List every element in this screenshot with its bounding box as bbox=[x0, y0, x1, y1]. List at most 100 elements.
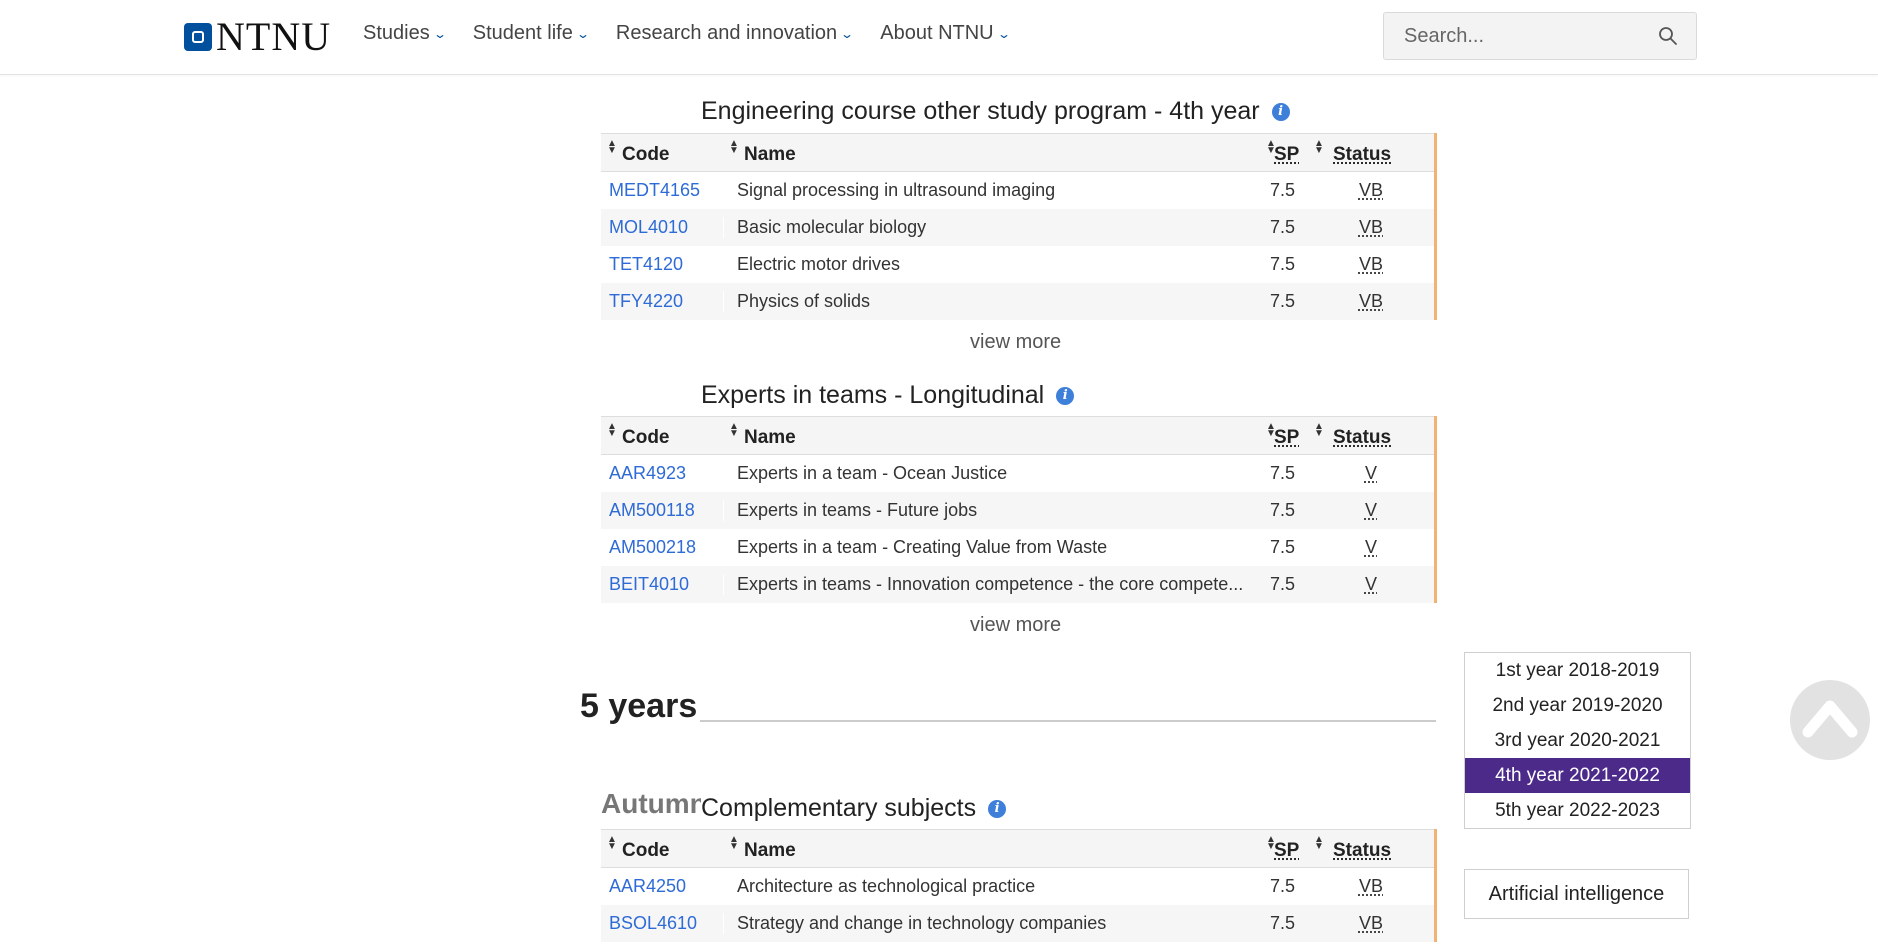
course-status: V bbox=[1308, 500, 1434, 521]
year-menu-item-3[interactable]: 3rd year 2020-2021 bbox=[1465, 723, 1690, 758]
course-code-link[interactable]: TET4120 bbox=[601, 254, 723, 275]
table-row: AM500218 Experts in a team - Creating Va… bbox=[601, 529, 1434, 566]
course-status: VB bbox=[1308, 876, 1434, 897]
status-abbr: VB bbox=[1358, 254, 1383, 274]
view-more-link[interactable]: view more bbox=[970, 614, 1061, 637]
divider bbox=[700, 720, 1436, 722]
table-body: AAR4250 Architecture as technological pr… bbox=[601, 868, 1434, 942]
course-name: Experts in a team - Ocean Justice bbox=[723, 463, 1260, 484]
years-heading: 5 years bbox=[580, 687, 698, 725]
nav-studies[interactable]: Studies ⌄ bbox=[363, 22, 447, 45]
view-more-link[interactable]: view more bbox=[970, 331, 1061, 354]
course-code-link[interactable]: BEIT4010 bbox=[601, 574, 723, 595]
ntnu-logo[interactable]: NTNU bbox=[184, 17, 331, 57]
site-header: NTNU Studies ⌄ Student life ⌄ Research and… bbox=[0, 0, 1878, 75]
info-icon[interactable]: i bbox=[988, 799, 1007, 818]
course-code-link[interactable]: AAR4250 bbox=[601, 876, 723, 897]
course-name: Electric motor drives bbox=[723, 254, 1260, 275]
table-row: TFY4220 Physics of solids 7.5 VB bbox=[601, 283, 1434, 320]
course-code-link[interactable]: MEDT4165 bbox=[601, 180, 723, 201]
column-label: SP bbox=[1274, 840, 1300, 861]
year-menu: 1st year 2018-2019 2nd year 2019-2020 3r… bbox=[1464, 652, 1691, 829]
column-label: Name bbox=[744, 427, 796, 448]
status-abbr: VB bbox=[1358, 180, 1383, 200]
chevron-down-icon: ⌄ bbox=[432, 26, 447, 41]
table-row: BEIT4010 Experts in teams - Innovation c… bbox=[601, 566, 1434, 603]
course-sp: 7.5 bbox=[1270, 291, 1296, 311]
course-code-link[interactable]: MOL4010 bbox=[601, 217, 723, 238]
course-sp: 7.5 bbox=[1270, 500, 1296, 520]
section-title-text: Engineering course other study program -… bbox=[701, 97, 1260, 125]
nav-student-life[interactable]: Student life ⌄ bbox=[472, 22, 590, 45]
column-header-name[interactable]: ▲ ▼ Name bbox=[723, 417, 1260, 454]
column-header-status[interactable]: ▲ ▼ Status bbox=[1308, 830, 1434, 867]
year-menu-item-1[interactable]: 1st year 2018-2019 bbox=[1465, 653, 1690, 688]
info-icon[interactable]: i bbox=[1056, 386, 1075, 405]
year-menu-item-4[interactable]: 4th year 2021-2022 bbox=[1465, 758, 1690, 793]
column-header-status[interactable]: ▲ ▼ Status bbox=[1308, 417, 1434, 454]
nav-label: About NTNU bbox=[880, 22, 994, 44]
column-header-name[interactable]: ▲ ▼ Name bbox=[723, 134, 1260, 171]
nav-label: Student life bbox=[472, 22, 573, 44]
sort-icon: ▲ ▼ bbox=[729, 421, 739, 439]
column-label: Code bbox=[622, 144, 670, 165]
table-row: MEDT4165 Signal processing in ultrasound… bbox=[601, 172, 1434, 209]
table-header: ▲ ▼ Code ▲ ▼ Name ▲ ▼ SP ▲ ▼ Status bbox=[601, 133, 1434, 172]
nav-label: Studies bbox=[363, 22, 430, 44]
course-name: Signal processing in ultrasound imaging bbox=[723, 180, 1260, 201]
status-abbr: V bbox=[1364, 463, 1377, 483]
sort-icon: ▲ ▼ bbox=[1266, 138, 1276, 156]
year-menu-item-5[interactable]: 5th year 2022-2023 bbox=[1465, 793, 1690, 828]
chevron-down-icon: ⌄ bbox=[996, 26, 1011, 41]
course-table: ▲ ▼ Code ▲ ▼ Name ▲ ▼ SP ▲ ▼ Status AAR4250 Arch… bbox=[601, 829, 1437, 942]
column-header-sp[interactable]: ▲ ▼ SP bbox=[1260, 830, 1308, 867]
table-header: ▲ ▼ Code ▲ ▼ Name ▲ ▼ SP ▲ ▼ Status bbox=[601, 416, 1434, 455]
column-label: Code bbox=[622, 840, 670, 861]
status-abbr: VB bbox=[1358, 913, 1383, 933]
column-header-sp[interactable]: ▲ ▼ SP bbox=[1260, 134, 1308, 171]
course-code-link[interactable]: AAR4923 bbox=[601, 463, 723, 484]
column-header-code[interactable]: ▲ ▼ Code bbox=[601, 830, 723, 867]
course-code-link[interactable]: BSOL4610 bbox=[601, 913, 723, 934]
column-header-status[interactable]: ▲ ▼ Status bbox=[1308, 134, 1434, 171]
column-label: Status bbox=[1333, 840, 1392, 861]
nav-label: Research and innovation bbox=[615, 22, 838, 44]
back-to-top-button[interactable] bbox=[1790, 680, 1870, 760]
course-code-link[interactable]: AM500218 bbox=[601, 537, 723, 558]
course-status: VB bbox=[1308, 913, 1434, 934]
course-name: Experts in teams - Future jobs bbox=[723, 500, 1260, 521]
info-icon[interactable]: i bbox=[1271, 102, 1290, 121]
column-label: SP bbox=[1274, 144, 1300, 165]
nav-research-and-innovation[interactable]: Research and innovation ⌄ bbox=[615, 22, 854, 45]
course-sp: 7.5 bbox=[1270, 254, 1296, 274]
course-code-link[interactable]: TFY4220 bbox=[601, 291, 723, 312]
search-box bbox=[1383, 12, 1697, 60]
course-sp: 7.5 bbox=[1270, 876, 1296, 896]
specialization-button[interactable]: Artificial intelligence bbox=[1464, 869, 1689, 919]
column-header-code[interactable]: ▲ ▼ Code bbox=[601, 134, 723, 171]
course-sp: 7.5 bbox=[1270, 217, 1296, 237]
sort-icon: ▲ ▼ bbox=[1314, 138, 1324, 156]
nav-about-ntnu[interactable]: About NTNU ⌄ bbox=[880, 22, 1011, 45]
course-sp: 7.5 bbox=[1270, 913, 1296, 933]
search-input[interactable] bbox=[1384, 13, 1684, 59]
column-header-code[interactable]: ▲ ▼ Code bbox=[601, 417, 723, 454]
course-name: Strategy and change in technology compan… bbox=[723, 913, 1260, 934]
course-status: V bbox=[1308, 463, 1434, 484]
table-row: AAR4250 Architecture as technological pr… bbox=[601, 868, 1434, 905]
course-sp: 7.5 bbox=[1270, 463, 1296, 483]
course-code-link[interactable]: AM500118 bbox=[601, 500, 723, 521]
column-header-name[interactable]: ▲ ▼ Name bbox=[723, 830, 1260, 867]
course-sp: 7.5 bbox=[1270, 537, 1296, 557]
course-sp: 7.5 bbox=[1270, 180, 1296, 200]
course-sp: 7.5 bbox=[1270, 574, 1296, 594]
table-row: MOL4010 Basic molecular biology 7.5 VB bbox=[601, 209, 1434, 246]
course-status: VB bbox=[1308, 217, 1434, 238]
search-icon[interactable] bbox=[1658, 26, 1678, 46]
year-menu-item-2[interactable]: 2nd year 2019-2020 bbox=[1465, 688, 1690, 723]
column-label: SP bbox=[1274, 427, 1300, 448]
status-abbr: V bbox=[1364, 574, 1377, 594]
column-header-sp[interactable]: ▲ ▼ SP bbox=[1260, 417, 1308, 454]
ntnu-logo-icon bbox=[184, 23, 212, 51]
table-row: TET4120 Electric motor drives 7.5 VB bbox=[601, 246, 1434, 283]
